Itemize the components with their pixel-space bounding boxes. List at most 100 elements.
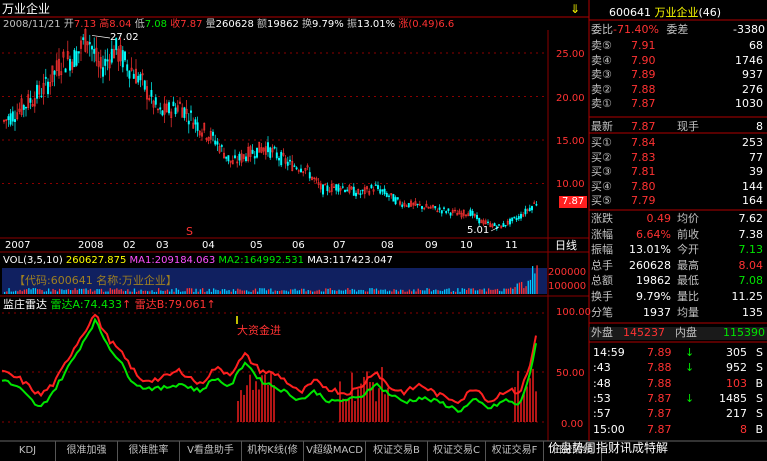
date-tick: 06 <box>292 240 305 251</box>
volume-bar <box>182 291 184 294</box>
stat-value: 1937 <box>643 305 671 319</box>
buy-row-5-volume: 164 <box>742 194 763 207</box>
sell-row-5[interactable]: 卖⑤ 7.91 68 <box>591 39 765 53</box>
volume-bar <box>294 288 296 294</box>
tick-price: 7.89 <box>647 346 672 359</box>
candle-body <box>253 156 256 159</box>
candle-body <box>344 189 346 193</box>
last-price-row: 最新 7.87 现手 8 <box>591 120 765 134</box>
candle-body <box>190 110 192 113</box>
volume-bar <box>70 290 72 294</box>
candlestick-chart[interactable] <box>3 28 538 232</box>
volume-bar <box>237 288 239 294</box>
indicator-tab[interactable]: 机构K线(修 <box>242 441 304 461</box>
stat-label: 总额 <box>591 274 613 288</box>
indicator-tab[interactable]: V超级MACD <box>304 441 366 461</box>
volume-bar <box>461 288 463 294</box>
volume-bar <box>193 291 195 294</box>
buy-row-5[interactable]: 买⑤ 7.79 164 <box>591 194 765 208</box>
indicator-tab[interactable]: 权证交易C <box>428 441 486 461</box>
tick-row[interactable]: :43 7.88 ↓ 952 S <box>591 362 765 375</box>
candle-body <box>335 184 338 191</box>
candle-body <box>154 97 157 105</box>
indicator-tab[interactable]: KDJ <box>0 441 56 461</box>
tick-row[interactable]: :57 7.87 217 S <box>591 408 765 421</box>
volume-bar <box>270 288 272 294</box>
sell-row-1[interactable]: 卖① 7.87 1030 <box>591 97 765 111</box>
volume-bar <box>261 288 263 294</box>
buy-row-1-price: 7.84 <box>631 136 656 149</box>
volume-bar <box>85 288 87 294</box>
volume-bar <box>446 288 448 294</box>
volume-bar <box>485 291 488 294</box>
volume-bar <box>202 288 204 294</box>
volume-bar <box>402 289 404 294</box>
volume-bar <box>127 289 129 294</box>
indicator-tab[interactable]: 权证交易F <box>486 441 544 461</box>
volume-bar <box>221 289 224 294</box>
candle-body <box>300 168 302 173</box>
volume-bar <box>76 290 78 294</box>
candle-body <box>361 189 364 192</box>
volume-bar <box>309 290 312 294</box>
lock-icon[interactable]: ⇓ <box>570 3 580 15</box>
sell-row-4-label: 卖④ <box>591 53 612 67</box>
volume-bar <box>171 289 173 294</box>
indicator-tab[interactable]: 很准加强 <box>56 441 118 461</box>
volume-bar <box>136 291 138 294</box>
sell-row-5-price: 7.91 <box>631 39 656 52</box>
indicator-tab[interactable]: 很准胜率 <box>118 441 180 461</box>
sell-row-3[interactable]: 卖③ 7.89 937 <box>591 68 765 82</box>
volume-bar <box>395 289 397 294</box>
open-value: 7.13 <box>73 19 97 30</box>
volume-bar <box>523 288 525 294</box>
volume-bar <box>488 288 490 294</box>
volume-bar <box>52 288 54 294</box>
indicator-tab[interactable]: 权证交易B <box>366 441 428 461</box>
sell-row-2[interactable]: 卖② 7.88 276 <box>591 82 765 97</box>
volume-bar <box>230 291 232 294</box>
stat-row: 涨幅 6.64% 前收 7.38 <box>591 228 765 242</box>
buy-row-2[interactable]: 买② 7.83 77 <box>591 151 765 165</box>
volume-bar <box>457 288 459 294</box>
candle-body <box>93 49 96 54</box>
candle-body <box>121 50 124 68</box>
tick-row[interactable]: :53 7.87 ↓ 1485 S <box>591 392 765 406</box>
volume-bar <box>213 288 215 294</box>
sell-row-2-price: 7.88 <box>631 82 656 96</box>
volume-bar <box>147 291 149 294</box>
candle-body <box>234 155 236 159</box>
volume-bar <box>459 291 461 294</box>
stat-value: 7.13 <box>738 243 764 257</box>
candle-body <box>352 186 355 196</box>
volume-bar <box>455 291 457 294</box>
candle-body <box>44 76 47 79</box>
candle-body <box>381 189 384 192</box>
tick-row[interactable]: 15:00 7.87 8 B <box>591 422 765 437</box>
buy-row-4[interactable]: 买④ 7.80 144 <box>591 180 765 194</box>
candle-body <box>88 42 91 45</box>
stat-value: 7.62 <box>738 212 764 225</box>
candle-body <box>517 216 520 220</box>
buy-row-3[interactable]: 买③ 7.81 39 <box>591 165 765 179</box>
candle-body <box>324 183 327 186</box>
vol-tick-100000: 100000 <box>548 281 587 292</box>
tick-row[interactable]: 14:59 7.89 ↓ 305 S <box>591 346 765 360</box>
candle-body <box>524 208 527 215</box>
volume-bar <box>320 291 323 294</box>
candle-body <box>478 217 481 224</box>
volume-bar <box>463 288 466 294</box>
volume-bar <box>347 288 349 294</box>
volume-bar <box>268 289 270 294</box>
tick-row[interactable]: :48 7.88 103 B <box>591 377 765 391</box>
tick-time: 15:00 <box>593 422 625 436</box>
sell-row-4[interactable]: 卖④ 7.90 1746 <box>591 53 765 68</box>
buy-row-1[interactable]: 买① 7.84 253 <box>591 136 765 150</box>
candle-body <box>394 197 397 205</box>
volume-bar <box>96 289 98 294</box>
indicator-tab[interactable]: V看盘助手 <box>180 441 242 461</box>
outer-inner-row: 外盘 145237 内盘 115390 <box>589 326 767 340</box>
volume-bar <box>292 289 294 294</box>
candle-body <box>143 80 146 90</box>
period-label[interactable]: 日线 <box>555 240 577 252</box>
